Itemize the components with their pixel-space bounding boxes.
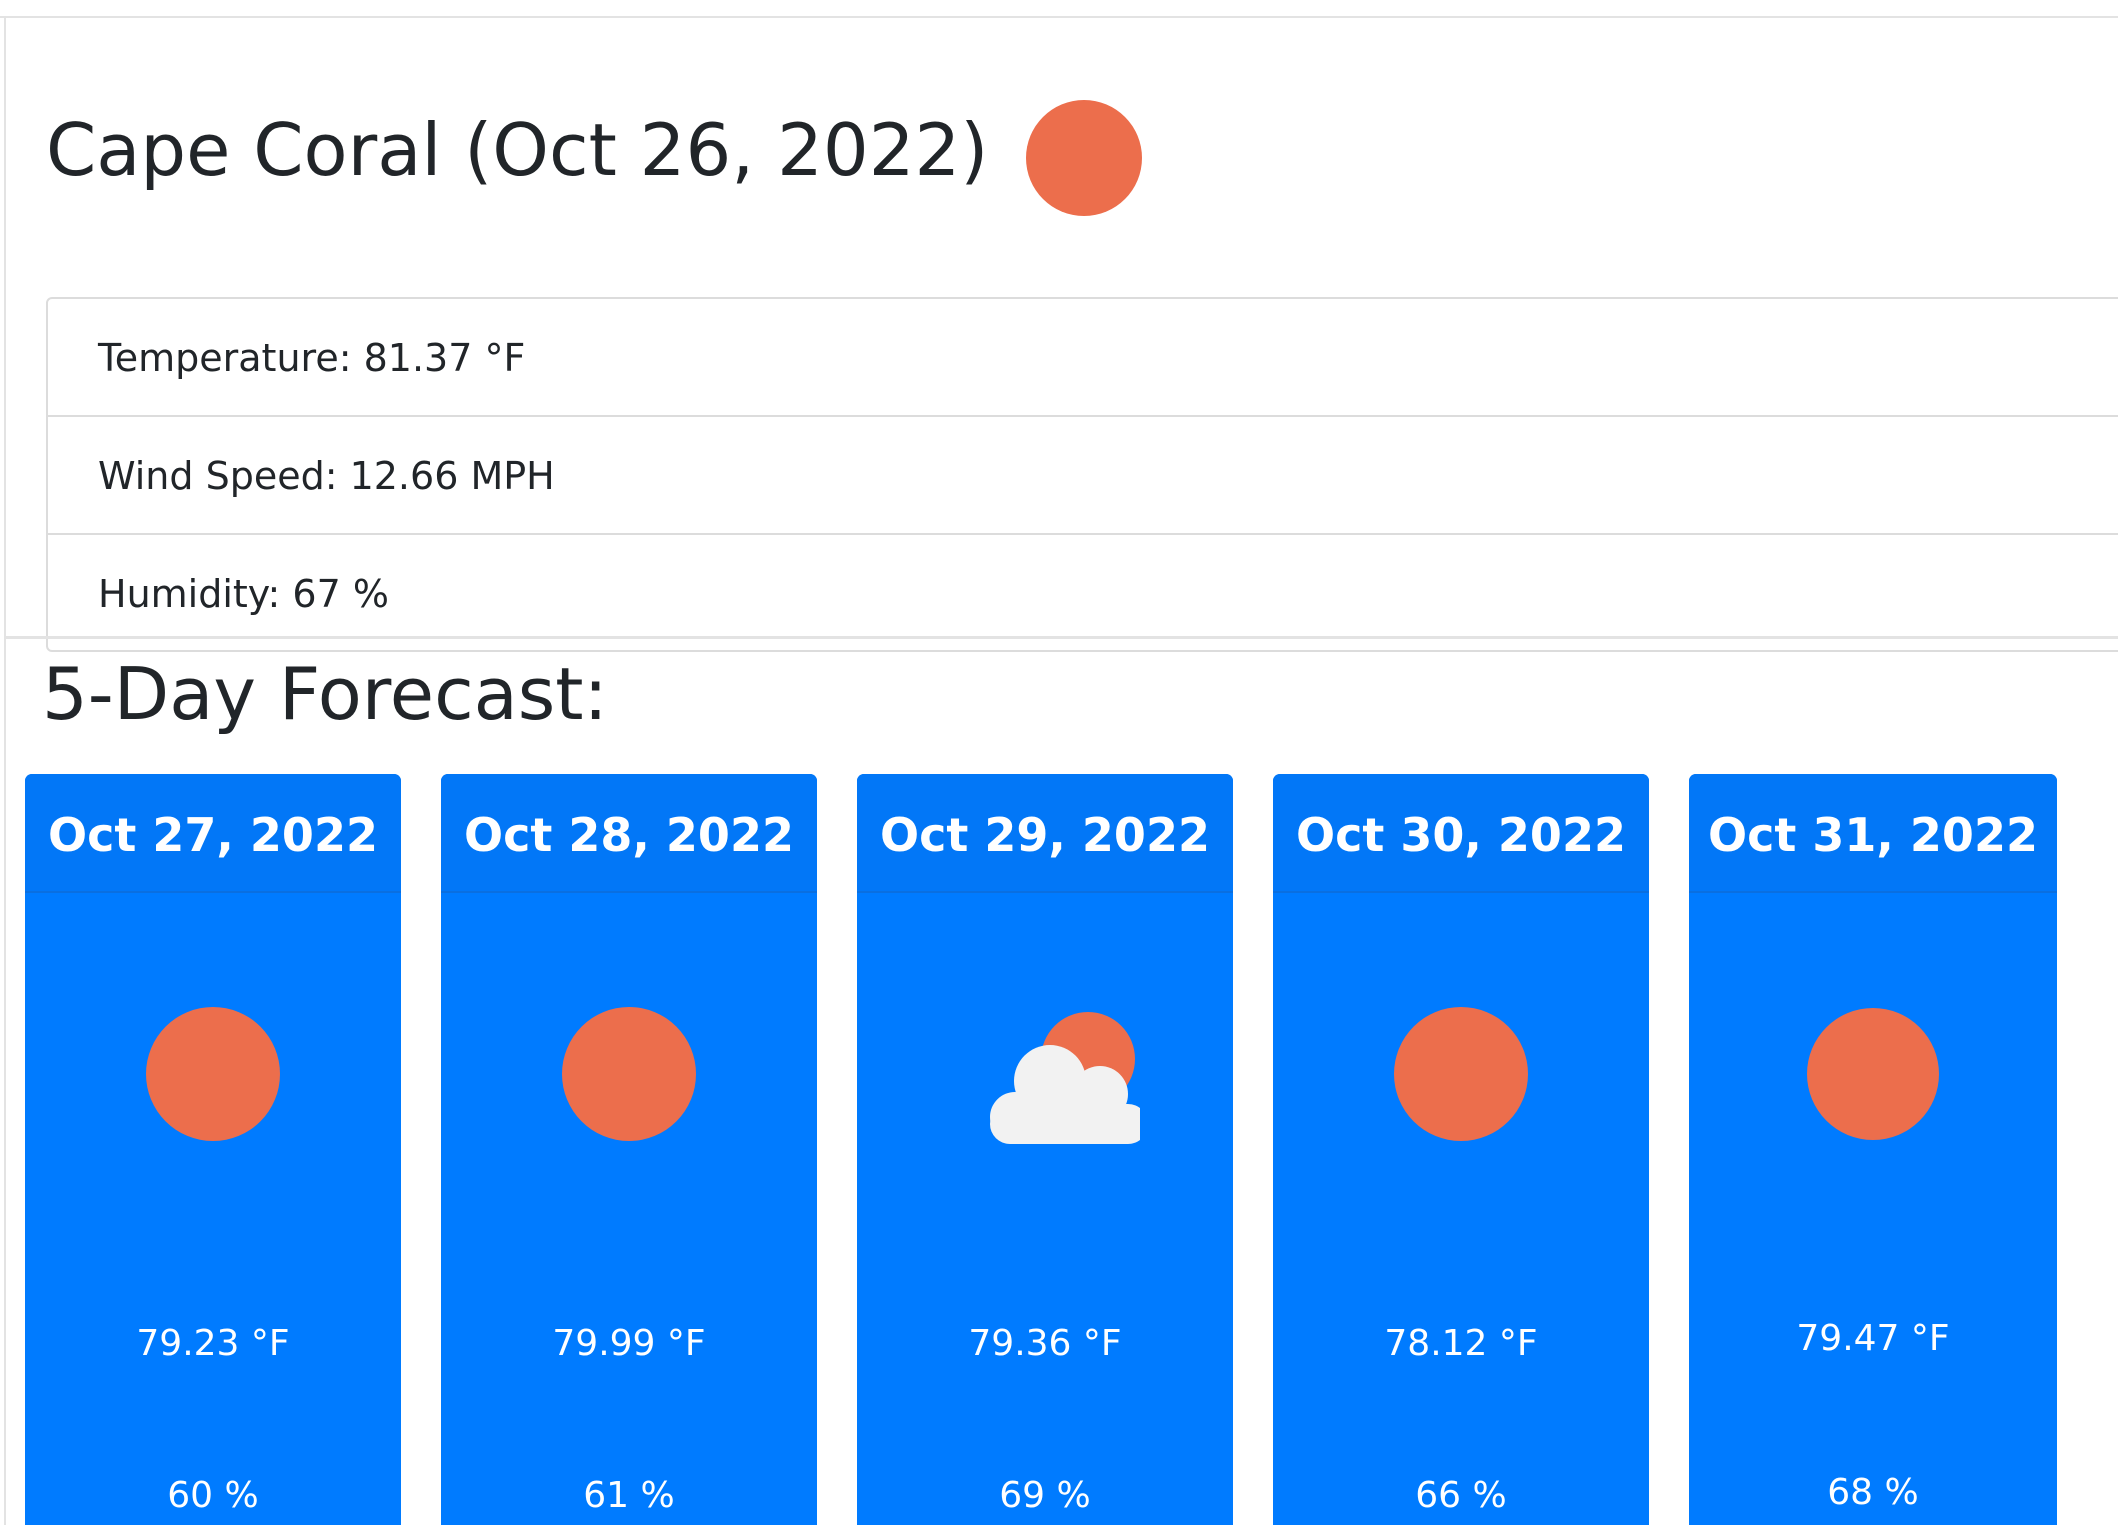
forecast-humidity: 66 % [1415,1475,1507,1516]
sun-icon [146,1007,280,1141]
forecast-row: Oct 27, 2022 79.23 °F 60 % Oct 28, 2022 … [0,774,2118,1525]
forecast-temperature: 78.12 °F [1384,1323,1538,1364]
forecast-temperature: 79.99 °F [552,1323,706,1364]
sun-icon [562,1007,696,1141]
sun-icon [1026,100,1142,216]
forecast-humidity: 68 % [1827,1472,1919,1513]
sun-icon [1394,1007,1528,1141]
city-title: Cape Coral (Oct 26, 2022) [46,108,989,192]
forecast-card: Oct 27, 2022 79.23 °F 60 % [25,774,401,1525]
humidity-item: Humidity: 67 % [98,572,389,616]
forecast-temperature: 79.23 °F [136,1323,290,1364]
wind-speed-item: Wind Speed: 12.66 MPH [48,417,2118,535]
forecast-humidity: 60 % [167,1475,259,1516]
forecast-card: Oct 31, 2022 79.47 °F 68 % [1689,774,2057,1525]
forecast-card: Oct 28, 2022 79.99 °F 61 % [441,774,817,1525]
forecast-date: Oct 28, 2022 [441,774,817,893]
forecast-date: Oct 29, 2022 [857,774,1233,893]
section-divider [4,636,2118,639]
forecast-date: Oct 31, 2022 [1689,774,2057,893]
partly-cloudy-icon [990,1012,1140,1144]
forecast-card: Oct 29, 2022 79.36 °F 69 % [857,774,1233,1525]
forecast-date: Oct 27, 2022 [25,774,401,893]
current-conditions-list: Temperature: 81.37 °F Wind Speed: 12.66 … [46,297,2118,652]
forecast-temperature: 79.36 °F [968,1323,1122,1364]
forecast-humidity: 61 % [583,1475,675,1516]
forecast-humidity: 69 % [999,1475,1091,1516]
sun-icon [1807,1008,1939,1140]
forecast-title: 5-Day Forecast: [42,652,608,736]
temperature-item: Temperature: 81.37 °F [48,299,2118,417]
forecast-card: Oct 30, 2022 78.12 °F 66 % [1273,774,1649,1525]
forecast-date: Oct 30, 2022 [1273,774,1649,893]
forecast-temperature: 79.47 °F [1796,1318,1950,1359]
current-weather-card: Cape Coral (Oct 26, 2022) Temperature: 8… [4,18,2118,652]
